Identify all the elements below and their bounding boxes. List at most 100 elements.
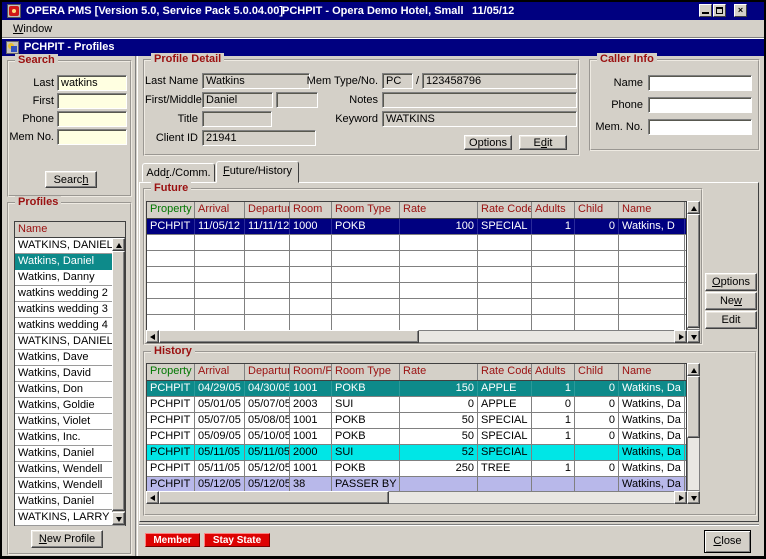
scroll-thumb[interactable]: [159, 330, 419, 343]
table-cell: PCHPIT: [147, 445, 195, 460]
table-row-empty[interactable]: [147, 251, 686, 267]
column-header[interactable]: Child: [575, 202, 619, 218]
table-cell: 50: [400, 413, 478, 428]
list-item[interactable]: Watkins, Violet: [15, 414, 125, 430]
menu-item-window[interactable]: Window: [9, 22, 56, 36]
stay-state-indicator[interactable]: Stay State: [204, 533, 270, 547]
table-row-empty[interactable]: [147, 235, 686, 251]
detail-options-button[interactable]: Options: [464, 135, 512, 150]
column-header[interactable]: Room/Fol.: [290, 364, 332, 380]
history-hscrollbar[interactable]: [146, 491, 687, 504]
list-item[interactable]: WATKINS, LARRY: [15, 510, 125, 526]
new-profile-button[interactable]: New Profile: [31, 530, 103, 548]
search-last-input[interactable]: watkins: [57, 75, 127, 91]
profiles-name-column-header[interactable]: Name: [15, 222, 125, 238]
search-first-input[interactable]: [57, 93, 127, 109]
scroll-right-icon[interactable]: [674, 330, 687, 343]
column-header[interactable]: Name: [619, 202, 685, 218]
close-button[interactable]: Close: [704, 530, 751, 553]
future-hscrollbar[interactable]: [146, 330, 687, 343]
list-item[interactable]: WATKINS, DANIEL: [15, 334, 125, 350]
caller-phone-input[interactable]: [648, 97, 752, 113]
search-memno-input[interactable]: [57, 129, 127, 145]
list-item[interactable]: Watkins, Daniel: [15, 254, 125, 270]
side-edit-button[interactable]: Edit: [705, 311, 757, 329]
list-item[interactable]: Watkins, Wendell: [15, 462, 125, 478]
column-header[interactable]: Departure: [245, 364, 290, 380]
minimize-icon[interactable]: [699, 4, 712, 17]
table-cell: POKB: [332, 429, 400, 444]
search-phone-input[interactable]: [57, 111, 127, 127]
scroll-thumb[interactable]: [687, 214, 700, 328]
tab-future-history[interactable]: Future/History: [216, 161, 299, 183]
table-cell: PCHPIT: [147, 477, 195, 492]
scroll-left-icon[interactable]: [146, 330, 159, 343]
table-row[interactable]: PCHPIT04/29/0504/30/051001POKB150APPLE10…: [147, 381, 686, 397]
list-item[interactable]: watkins wedding 2: [15, 286, 125, 302]
list-item[interactable]: watkins wedding 4: [15, 318, 125, 334]
table-row[interactable]: PCHPIT05/11/0505/12/051001POKB250TREE10W…: [147, 461, 686, 477]
list-item[interactable]: Watkins, Daniel: [15, 494, 125, 510]
column-header[interactable]: Property: [147, 364, 195, 380]
column-header[interactable]: Adults: [532, 364, 575, 380]
column-header[interactable]: Name: [619, 364, 685, 380]
scroll-left-icon[interactable]: [146, 491, 159, 504]
table-row[interactable]: PCHPIT05/01/0505/07/052003SUI0APPLE00Wat…: [147, 397, 686, 413]
scroll-down-icon[interactable]: [112, 512, 125, 525]
list-item[interactable]: Watkins, Goldie: [15, 398, 125, 414]
column-header[interactable]: Rate: [400, 364, 478, 380]
column-header[interactable]: Departure: [245, 202, 290, 218]
list-item[interactable]: Watkins, David: [15, 366, 125, 382]
scroll-thumb[interactable]: [687, 376, 700, 438]
list-item[interactable]: Watkins, Inc.: [15, 430, 125, 446]
column-header[interactable]: Child: [575, 364, 619, 380]
maximize-icon[interactable]: [713, 4, 726, 17]
list-item[interactable]: Watkins, Danny: [15, 270, 125, 286]
caller-name-input[interactable]: [648, 75, 752, 91]
column-header[interactable]: Property: [147, 202, 195, 218]
table-row-empty[interactable]: [147, 299, 686, 315]
column-header[interactable]: Arrival: [195, 202, 245, 218]
scroll-thumb[interactable]: [112, 251, 125, 511]
scroll-right-icon[interactable]: [674, 491, 687, 504]
list-item[interactable]: Watkins, Don: [15, 382, 125, 398]
column-header[interactable]: Rate Code: [478, 202, 532, 218]
table-row-empty[interactable]: [147, 267, 686, 283]
scroll-up-icon[interactable]: [112, 238, 125, 251]
member-indicator[interactable]: Member: [145, 533, 200, 547]
column-header[interactable]: Adults: [532, 202, 575, 218]
history-vscrollbar[interactable]: [687, 363, 700, 491]
close-icon[interactable]: ×: [734, 4, 747, 17]
table-row[interactable]: PCHPIT11/05/1211/11/121000POKB100SPECIAL…: [147, 219, 686, 235]
tab-addr-comm[interactable]: Addr./Comm.: [142, 163, 215, 182]
table-row[interactable]: PCHPIT05/11/0505/11/052000SUI52SPECIALWa…: [147, 445, 686, 461]
column-header[interactable]: Rate: [400, 202, 478, 218]
scroll-thumb[interactable]: [159, 491, 389, 504]
table-row-empty[interactable]: [147, 315, 686, 331]
side-options-button[interactable]: Options: [705, 273, 757, 291]
column-header[interactable]: Room: [290, 202, 332, 218]
future-vscrollbar[interactable]: [687, 201, 700, 330]
scroll-down-icon[interactable]: [687, 330, 700, 343]
caller-memno-input[interactable]: [648, 119, 752, 135]
column-header[interactable]: Room Type: [332, 202, 400, 218]
scroll-up-icon[interactable]: [687, 201, 700, 214]
list-item[interactable]: Watkins, Wendell: [15, 478, 125, 494]
list-item[interactable]: watkins wedding 3: [15, 302, 125, 318]
list-item[interactable]: WATKINS, DANIEL: [15, 238, 125, 254]
column-header[interactable]: Rate Code: [478, 364, 532, 380]
column-header[interactable]: Room Type: [332, 364, 400, 380]
table-row[interactable]: PCHPIT05/09/0505/10/051001POKB50SPECIAL1…: [147, 429, 686, 445]
scroll-down-icon[interactable]: [687, 491, 700, 504]
profiles-scrollbar[interactable]: [112, 238, 125, 525]
table-row-empty[interactable]: [147, 283, 686, 299]
table-row[interactable]: PCHPIT05/07/0505/08/051001POKB50SPECIAL1…: [147, 413, 686, 429]
side-new-button[interactable]: New: [705, 292, 757, 310]
list-item[interactable]: Watkins, Daniel: [15, 446, 125, 462]
detail-edit-button[interactable]: Edit: [519, 135, 567, 150]
search-button[interactable]: Search: [45, 171, 97, 188]
list-item[interactable]: Watkins, Dave: [15, 350, 125, 366]
table-cell: Watkins, D: [619, 219, 685, 234]
scroll-up-icon[interactable]: [687, 363, 700, 376]
column-header[interactable]: Arrival: [195, 364, 245, 380]
